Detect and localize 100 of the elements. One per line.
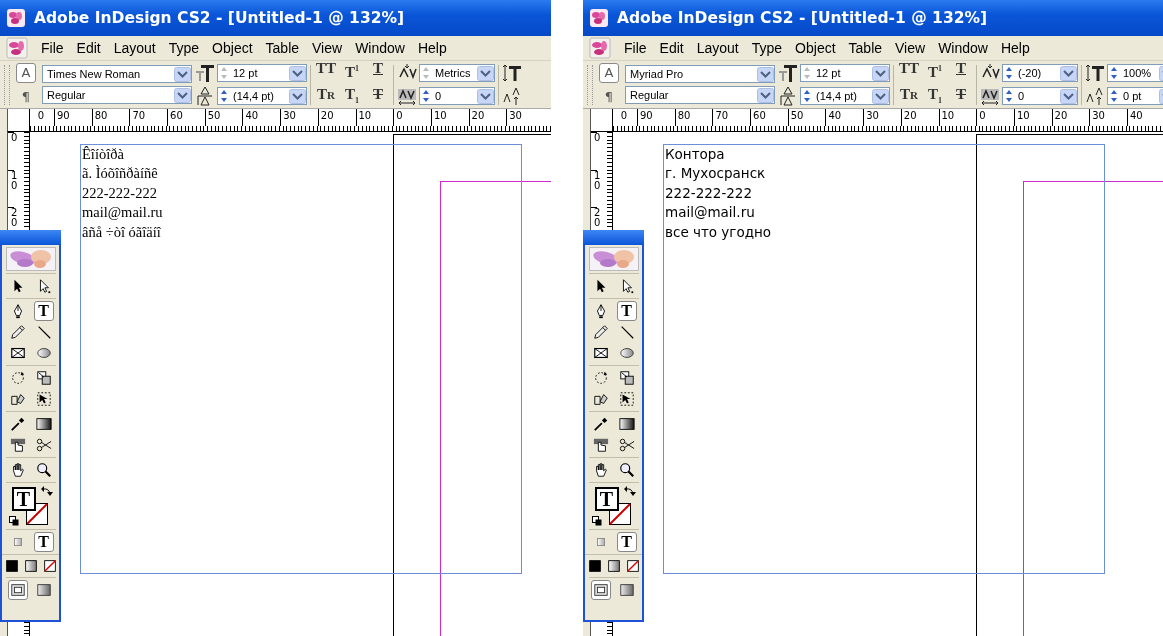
menu-item[interactable]: Table <box>265 40 300 56</box>
butterfly-drawing <box>588 247 639 271</box>
flower-icon <box>6 37 28 59</box>
style-dropdown[interactable]: Regular <box>625 86 775 104</box>
spinner-arrows-icon[interactable] <box>1110 65 1118 81</box>
format-button[interactable]: T$_{1}$ <box>923 85 947 110</box>
format-button[interactable]: TT <box>314 59 338 82</box>
panel-title-bar <box>0 230 61 245</box>
text-line: mail@mail.ru <box>81 203 163 223</box>
tracking-icon <box>980 86 1000 106</box>
format-button[interactable]: T <box>949 59 973 82</box>
default-colors-icon[interactable] <box>591 516 602 526</box>
text-line: 222-222-222 <box>664 183 753 203</box>
spinner-arrows-icon[interactable] <box>220 88 228 104</box>
spinner-arrows-icon[interactable] <box>1005 88 1013 104</box>
font-size-field[interactable]: 12 pt <box>800 64 890 82</box>
menu-item[interactable]: Window <box>355 40 405 56</box>
leading-icon <box>195 86 215 106</box>
vertical-scale-icon <box>502 63 522 83</box>
tracking-field[interactable]: 0 <box>1002 87 1078 105</box>
leading-icon <box>778 86 798 106</box>
text-format-button[interactable]: T <box>616 532 637 552</box>
spinner-arrows-icon[interactable] <box>422 88 430 104</box>
font-size-icon <box>778 63 798 83</box>
fill-stroke-widget[interactable]: T <box>7 485 54 527</box>
format-button[interactable]: Tr <box>314 85 338 110</box>
default-colors-icon[interactable] <box>8 516 19 526</box>
font-size-field[interactable]: 12 pt <box>217 64 307 82</box>
menu-item[interactable]: Edit <box>76 40 101 56</box>
fill-swatch[interactable]: T <box>11 487 36 511</box>
fill-stroke-widget[interactable]: T <box>590 485 637 527</box>
menu-item[interactable]: Object <box>795 40 836 56</box>
normal-view-icon[interactable] <box>590 580 611 600</box>
font-dropdown[interactable]: Myriad Pro <box>625 65 775 83</box>
type-tool[interactable]: T <box>616 301 637 321</box>
spinner-arrows-icon[interactable] <box>1005 65 1013 81</box>
text-line: 222-222-222 <box>81 183 157 203</box>
format-button[interactable]: T$^{1}$ <box>923 59 947 82</box>
menu-item[interactable]: View <box>312 40 343 56</box>
leading-field[interactable]: (14,4 pt) <box>217 87 307 105</box>
text-line: Контора <box>664 145 725 164</box>
format-button[interactable]: T$_{1}$ <box>340 85 364 110</box>
swap-arrows-icon[interactable] <box>623 486 636 497</box>
baseline-shift-icon <box>1085 86 1105 106</box>
flower-icon <box>589 8 609 28</box>
menu-item[interactable]: Type <box>751 40 783 56</box>
format-button[interactable]: Tr <box>897 85 921 110</box>
text-format-button[interactable]: T <box>33 532 54 552</box>
menu-item[interactable]: Type <box>168 40 200 56</box>
window-title: Adobe InDesign CS2 - [Untitled-1 @ 132%] <box>617 9 988 27</box>
format-button[interactable]: T$^{1}$ <box>340 59 364 82</box>
menu-item[interactable]: Help <box>1000 40 1030 56</box>
text-line: âñå ÷òî óãîäíî <box>81 222 161 242</box>
baseline-shift-icon <box>502 86 522 106</box>
tracking-icon <box>397 86 417 106</box>
panel-title-bar <box>583 230 644 245</box>
menu-item[interactable]: View <box>895 40 926 56</box>
kerning-field[interactable]: Metrics <box>419 64 495 82</box>
text-line: г. Мухосранск <box>664 164 766 184</box>
menu-item[interactable]: File <box>41 40 64 56</box>
menu-item[interactable]: Layout <box>696 40 739 56</box>
type-tool[interactable]: T <box>33 301 54 321</box>
menu-item[interactable]: Layout <box>113 40 156 56</box>
menu-item[interactable]: Table <box>848 40 883 56</box>
spinner-arrows-icon[interactable] <box>803 88 811 104</box>
flower-icon <box>589 37 611 59</box>
butterfly-drawing <box>5 247 56 271</box>
text-line: mail@mail.ru <box>664 203 755 223</box>
vertical-scale-icon <box>1085 63 1105 83</box>
mode-button[interactable]: ¶ <box>599 86 619 107</box>
ruler-label: 30 <box>506 109 523 126</box>
normal-view-icon[interactable] <box>7 580 28 600</box>
tracking-field[interactable]: 0 <box>419 87 495 105</box>
baseline-shift-field[interactable]: 0 pt <box>1107 87 1163 105</box>
kerning-field[interactable]: (-20) <box>1002 64 1078 82</box>
menu-item[interactable]: Edit <box>659 40 684 56</box>
menu-item[interactable]: Window <box>938 40 988 56</box>
mode-button[interactable]: A <box>16 62 36 83</box>
text-line: Êîíòîðà <box>81 145 124 164</box>
font-size-icon <box>195 63 215 83</box>
font-dropdown[interactable]: Times New Roman <box>42 65 192 83</box>
fill-swatch[interactable]: T <box>594 487 619 511</box>
menu-item[interactable]: Help <box>417 40 447 56</box>
format-button[interactable]: T <box>366 85 390 110</box>
text-line: все что угодно <box>664 222 772 242</box>
leading-field[interactable]: (14,4 pt) <box>800 87 890 105</box>
menu-item[interactable]: Object <box>212 40 253 56</box>
format-button[interactable]: T <box>949 85 973 110</box>
format-button[interactable]: TT <box>897 59 921 82</box>
format-button[interactable]: T <box>366 59 390 82</box>
spinner-arrows-icon[interactable] <box>1110 88 1118 104</box>
vertical-scale-field[interactable]: 100% <box>1107 64 1163 82</box>
text-line: ã. Ìóõîñðàíñê <box>81 164 158 184</box>
mode-button[interactable]: ¶ <box>16 86 36 107</box>
menu-item[interactable]: File <box>624 40 647 56</box>
swap-arrows-icon[interactable] <box>40 486 53 497</box>
flower-icon <box>6 8 26 28</box>
mode-button[interactable]: A <box>599 62 619 83</box>
window-title: Adobe InDesign CS2 - [Untitled-1 @ 132%] <box>34 9 405 27</box>
style-dropdown[interactable]: Regular <box>42 86 192 104</box>
